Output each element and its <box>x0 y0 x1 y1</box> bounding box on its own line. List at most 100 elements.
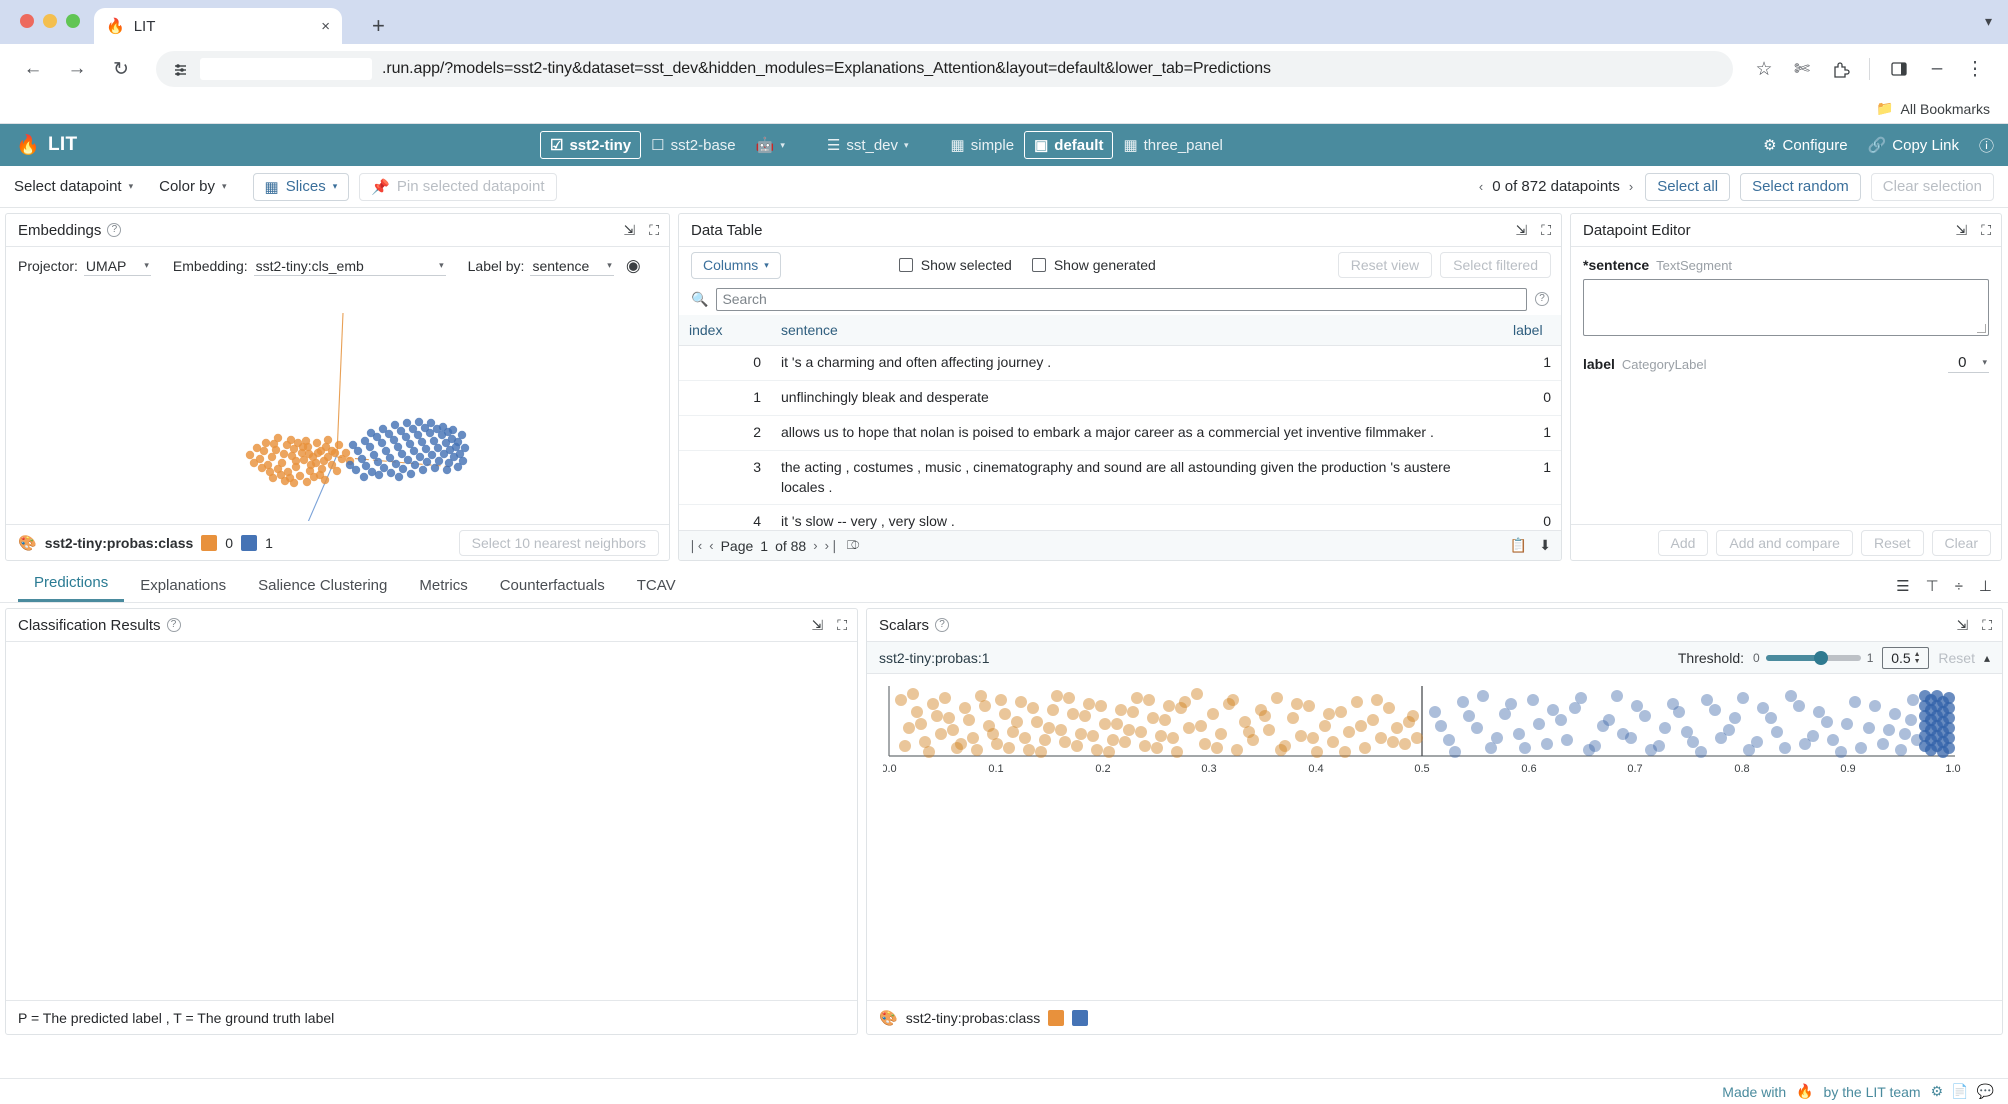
recenter-icon[interactable]: ◉ <box>626 256 641 276</box>
model-settings-button[interactable]: 🤖 ▾ <box>746 131 795 159</box>
settings-icon[interactable]: ⚙ <box>1931 1083 1944 1100</box>
slider-knob[interactable] <box>1813 650 1828 665</box>
minimize-icon[interactable]: ⇲ <box>1956 617 1968 634</box>
tab-salience-clustering[interactable]: Salience Clustering <box>242 577 403 602</box>
scalars-plot[interactable]: 0.0 0.1 0.2 0.3 0.4 0.5 0.6 0.7 0.8 0.9 … <box>867 674 2002 794</box>
select-random-button[interactable]: Select random <box>1740 172 1861 201</box>
add-and-compare-button[interactable]: Add and compare <box>1716 529 1853 556</box>
new-tab-button[interactable]: + <box>364 13 393 39</box>
browser-tab-lit[interactable]: 🔥 LIT × <box>94 8 342 44</box>
columns-button[interactable]: Columns ▾ <box>691 251 781 279</box>
select-nearest-neighbors-button[interactable]: Select 10 nearest neighbors <box>458 529 659 556</box>
model-chip-sst2-tiny[interactable]: ☑ sst2-tiny <box>540 131 642 159</box>
show-generated-checkbox[interactable]: Show generated <box>1031 257 1156 273</box>
tab-explanations[interactable]: Explanations <box>124 577 242 602</box>
page-number[interactable]: 1 <box>760 538 768 554</box>
all-bookmarks-label[interactable]: All Bookmarks <box>1901 101 1990 117</box>
minimize-icon[interactable]: – <box>1920 52 1954 86</box>
table-row[interactable]: 3 the acting , costumes , music , cinema… <box>679 450 1561 505</box>
table-row[interactable]: 0 it 's a charming and often affecting j… <box>679 346 1561 381</box>
sentence-input[interactable] <box>1583 279 1989 336</box>
slices-button[interactable]: ▦ Slices ▾ <box>252 172 350 201</box>
reset-view-button[interactable]: Reset view <box>1337 252 1433 278</box>
random-page-icon[interactable]: ⎄ <box>847 538 860 553</box>
pin-selected-datapoint-button[interactable]: 📌 Pin selected datapoint <box>359 172 557 201</box>
feedback-icon[interactable]: 💬 <box>1977 1083 1994 1100</box>
help-icon[interactable]: ? <box>1535 292 1549 306</box>
tab-metrics[interactable]: Metrics <box>403 577 483 602</box>
model-chip-sst2-base[interactable]: ☐ sst2-base <box>641 131 746 159</box>
first-page-button[interactable]: ❘‹ <box>687 538 702 554</box>
data-table-body[interactable]: index sentence label 0 it 's a charming … <box>679 315 1561 530</box>
column-header-sentence[interactable]: sentence <box>771 315 1503 346</box>
color-by-dropdown[interactable]: Color by ▾ <box>159 178 226 195</box>
help-icon[interactable]: ? <box>107 223 122 237</box>
tab-counterfactuals[interactable]: Counterfactuals <box>484 577 621 602</box>
configure-button[interactable]: ⚙ Configure <box>1763 136 1848 155</box>
expand-icon[interactable]: ⛶ <box>837 617 847 634</box>
scissors-icon[interactable]: ✄ <box>1785 52 1819 86</box>
layout-chip-default[interactable]: ▣ default <box>1024 131 1114 159</box>
clear-selection-button[interactable]: Clear selection <box>1870 172 1994 201</box>
last-page-button[interactable]: ›❘ <box>825 538 840 554</box>
help-icon[interactable]: ⓘ <box>1979 135 1994 156</box>
window-traffic-lights[interactable] <box>20 14 80 28</box>
select-filtered-button[interactable]: Select filtered <box>1440 252 1551 278</box>
table-row[interactable]: 4 it 's slow -- very , very slow . 0 <box>679 505 1561 530</box>
threshold-slider[interactable]: 0 1 <box>1753 650 1873 665</box>
spinner-icon[interactable]: ▲ ▼ <box>1914 651 1921 665</box>
select-all-button[interactable]: Select all <box>1645 172 1731 201</box>
reset-button[interactable]: Reset <box>1860 529 1924 556</box>
expand-icon[interactable]: ⛶ <box>1982 617 1992 634</box>
site-settings-icon[interactable] <box>170 59 190 79</box>
align-top-icon[interactable]: ⊤ <box>1926 577 1939 595</box>
prev-page-button[interactable]: ‹ <box>709 538 713 553</box>
label-by-value[interactable]: sentence ▾ <box>530 257 614 276</box>
help-icon[interactable]: ? <box>166 618 181 632</box>
column-header-label[interactable]: label <box>1503 315 1561 346</box>
download-icon[interactable]: ⬇ <box>1539 537 1551 554</box>
layout-chip-three-panel[interactable]: ▦ three_panel <box>1113 131 1232 159</box>
select-datapoint-dropdown[interactable]: Select datapoint ▾ <box>14 178 133 195</box>
dataset-selector[interactable]: ☰ sst_dev ▾ <box>817 131 919 159</box>
label-by-control[interactable]: Label by: sentence ▾ <box>468 257 614 276</box>
projector-value[interactable]: UMAP ▾ <box>83 257 151 276</box>
embedding-control[interactable]: Embedding: sst2-tiny:cls_emb ▾ <box>173 257 446 276</box>
close-window-button[interactable] <box>20 14 34 28</box>
extensions-icon[interactable] <box>1823 52 1857 86</box>
expand-icon[interactable]: ⛶ <box>649 222 659 239</box>
document-icon[interactable]: 📄 <box>1951 1083 1968 1100</box>
tab-predictions[interactable]: Predictions <box>18 574 125 602</box>
close-tab-button[interactable]: × <box>321 18 330 35</box>
chevron-down-icon[interactable]: ▾ <box>1985 13 1992 30</box>
minimize-window-button[interactable] <box>43 14 57 28</box>
help-icon[interactable]: ? <box>935 618 950 632</box>
align-middle-icon[interactable]: ÷ <box>1955 578 1963 595</box>
prev-datapoint-button[interactable]: ‹ <box>1479 179 1483 194</box>
embeddings-scatter-plot[interactable] <box>6 285 669 524</box>
next-datapoint-button[interactable]: › <box>1629 179 1633 194</box>
split-view-icon[interactable] <box>1882 52 1916 86</box>
reload-button[interactable]: ↻ <box>104 52 138 86</box>
tab-tcav[interactable]: TCAV <box>621 577 692 602</box>
threshold-number-input[interactable]: 0.5 ▲ ▼ <box>1882 646 1930 669</box>
maximize-window-button[interactable] <box>66 14 80 28</box>
copy-link-button[interactable]: 🔗 Copy Link <box>1868 136 1959 155</box>
search-input[interactable]: Search <box>716 287 1527 311</box>
minimize-icon[interactable]: ⇲ <box>623 222 635 239</box>
table-row[interactable]: 1 unflinchingly bleak and desperate 0 <box>679 380 1561 416</box>
copy-icon[interactable]: 📋 <box>1510 537 1527 554</box>
label-select[interactable]: 0 ▾ <box>1948 354 1989 373</box>
threshold-reset-button[interactable]: Reset <box>1938 650 1975 666</box>
show-selected-checkbox[interactable]: Show selected <box>898 257 1012 273</box>
next-page-button[interactable]: › <box>813 538 817 553</box>
back-button[interactable]: ← <box>16 52 50 86</box>
minimize-icon[interactable]: ⇲ <box>1955 222 1967 239</box>
layout-chip-simple[interactable]: ▦ simple <box>941 131 1025 159</box>
column-header-index[interactable]: index <box>679 315 771 346</box>
expand-rows-icon[interactable]: ☰ <box>1896 577 1909 595</box>
table-row[interactable]: 2 allows us to hope that nolan is poised… <box>679 415 1561 451</box>
bookmark-star-icon[interactable]: ☆ <box>1747 52 1781 86</box>
expand-icon[interactable]: ⛶ <box>1541 222 1551 239</box>
chevron-up-icon[interactable]: ▴ <box>1984 651 1990 665</box>
